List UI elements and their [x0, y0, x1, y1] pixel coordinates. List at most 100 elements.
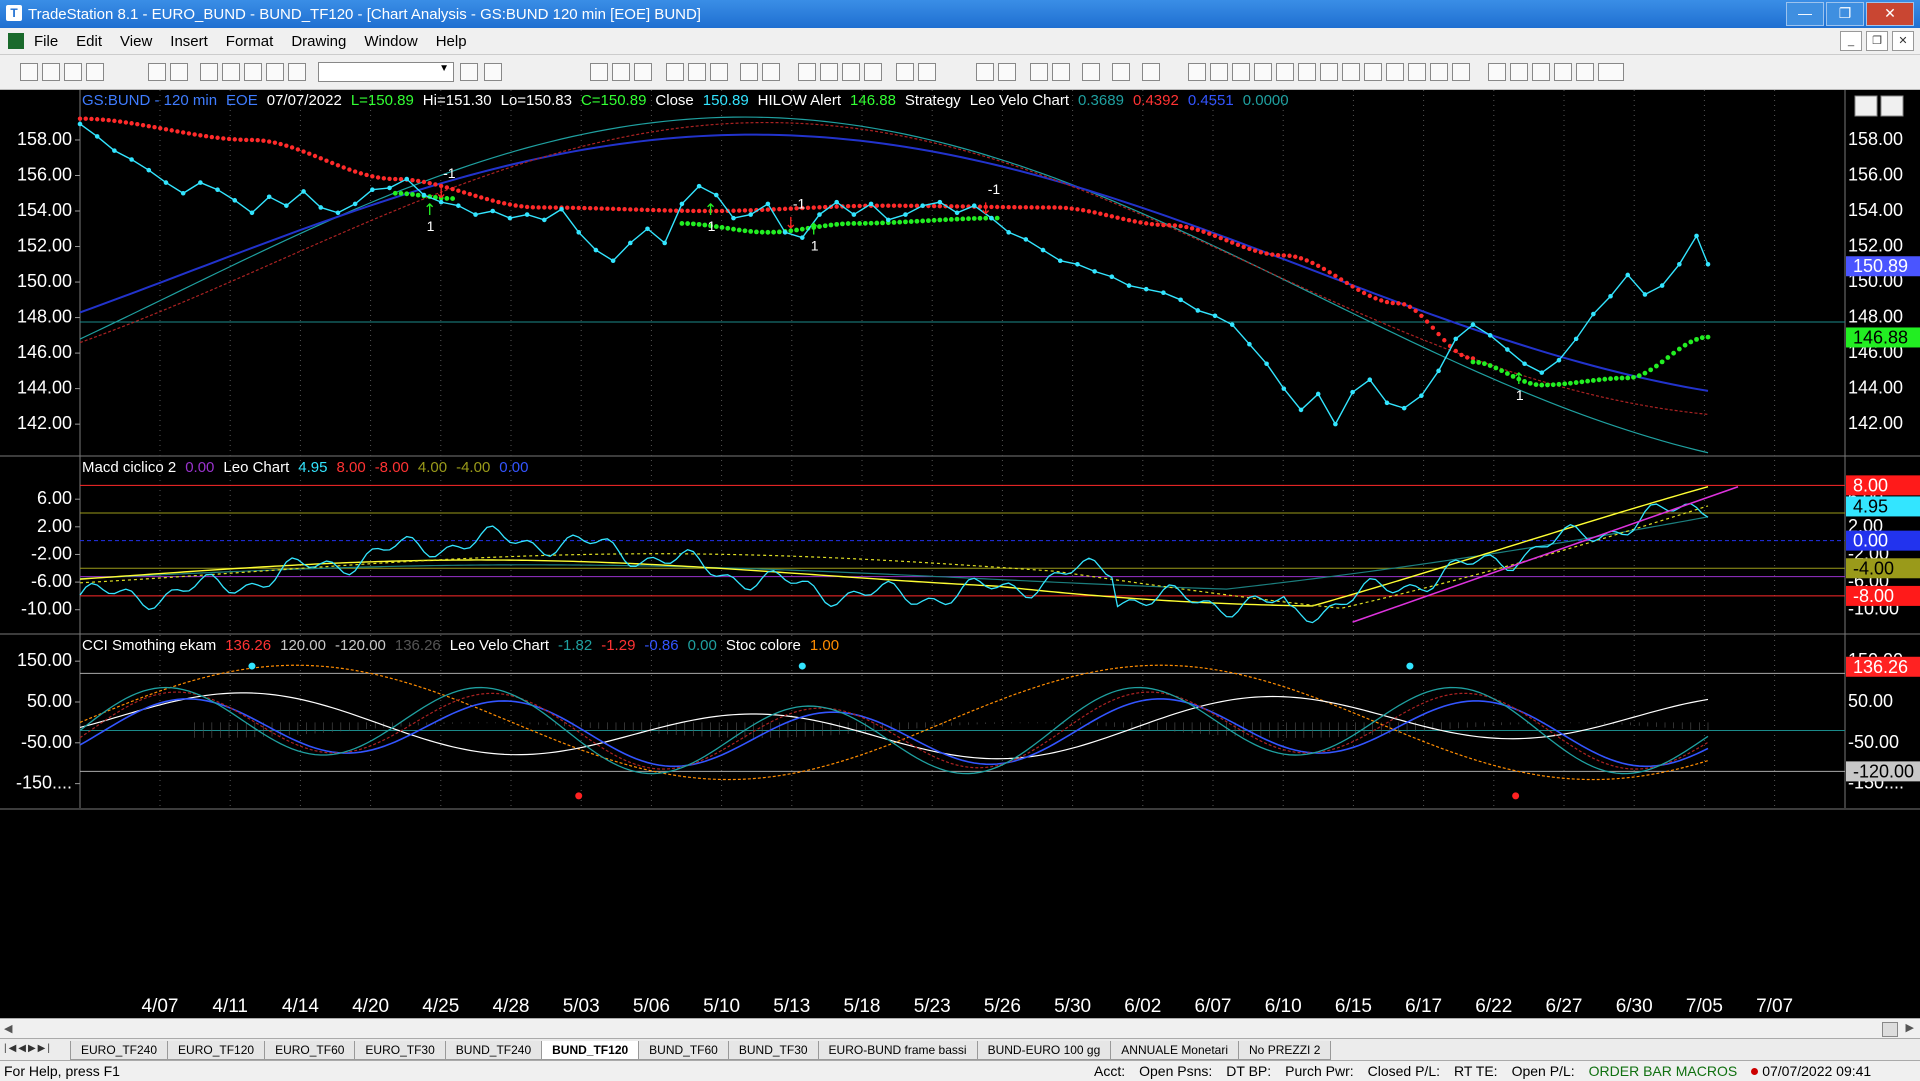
new-icon[interactable] [20, 63, 38, 81]
bars-icon[interactable] [666, 63, 684, 81]
tools-icon[interactable] [1082, 63, 1100, 81]
radar-screen-icon[interactable] [1112, 63, 1130, 81]
green-stop-dot [1705, 334, 1711, 340]
sheet-tab-bund-euro-100-gg[interactable]: BUND-EURO 100 gg [976, 1041, 1112, 1060]
refresh-icon[interactable] [688, 63, 706, 81]
close-button[interactable]: ✕ [1866, 2, 1914, 26]
red-stop-dot [777, 206, 782, 212]
sheet-tab-euro-tf60[interactable]: EURO_TF60 [264, 1041, 356, 1060]
menu-file[interactable]: File [34, 33, 58, 50]
chart-window-icon[interactable] [8, 33, 24, 49]
tab-navigation-icon[interactable]: |◀◀▶▶| [4, 1043, 52, 1054]
grid-icon[interactable] [634, 63, 652, 81]
sheet-tab-bund-tf60[interactable]: BUND_TF60 [638, 1041, 729, 1060]
red-stop-dot [1390, 300, 1395, 306]
print-preview-icon[interactable] [170, 63, 188, 81]
open-icon[interactable] [42, 63, 60, 81]
radar-icon[interactable] [612, 63, 630, 81]
close-price-point [198, 180, 203, 185]
link-icon[interactable] [710, 63, 728, 81]
scroll-left-icon[interactable]: ◀ [4, 1022, 12, 1035]
mdi-minimize-icon[interactable]: _ [1840, 31, 1862, 51]
rectangle-icon[interactable] [1576, 63, 1594, 81]
sheet-tab-bund-tf120[interactable]: BUND_TF120 [541, 1041, 640, 1060]
stop-icon[interactable] [1142, 63, 1160, 81]
scroll-thumb[interactable] [1882, 1022, 1898, 1037]
properties-icon[interactable] [266, 63, 284, 81]
find-icon[interactable] [484, 63, 502, 81]
lock-icon[interactable] [244, 63, 262, 81]
down-arrow-icon[interactable] [1510, 63, 1528, 81]
insert-indicator-icon[interactable] [740, 63, 758, 81]
price-badge-text: 4.95 [1853, 496, 1888, 516]
close-price-point [576, 230, 582, 235]
cycle-icon[interactable] [1430, 63, 1448, 81]
sheet-tab-euro-bund-frame-bassi[interactable]: EURO-BUND frame bassi [817, 1041, 978, 1060]
cut-icon[interactable] [200, 63, 218, 81]
sheet-tab-no-prezzi-2[interactable]: No PREZZI 2 [1238, 1041, 1332, 1060]
bar-style-icon[interactable] [820, 63, 838, 81]
x-tick-label: 6/27 [1546, 996, 1583, 1017]
freehand-icon[interactable] [1452, 63, 1470, 81]
text-icon[interactable] [1598, 63, 1624, 81]
expand-icon[interactable] [918, 63, 936, 81]
pointer-icon[interactable] [1030, 63, 1048, 81]
chart-analysis-window[interactable]: GS:BUND - 120 min EOE 07/07/2022 L=150.89 Hi… [0, 90, 1920, 1025]
symbol-combo[interactable]: ▼ [318, 62, 454, 82]
ellipse-icon[interactable] [1554, 63, 1572, 81]
regression-icon[interactable] [1364, 63, 1382, 81]
minimize-button[interactable]: — [1786, 2, 1824, 26]
horizontal-lines-icon[interactable] [1232, 63, 1250, 81]
data-tip-icon[interactable] [1052, 63, 1070, 81]
menu-help[interactable]: Help [436, 33, 467, 50]
copy-icon[interactable] [222, 63, 240, 81]
menu-format[interactable]: Format [226, 33, 274, 50]
sheet-tab-euro-tf240[interactable]: EURO_TF240 [70, 1041, 169, 1060]
scroll-right-icon[interactable]: ▶ [1906, 1021, 1914, 1034]
y-tick-left: 152.00 [17, 236, 72, 256]
fan-icon[interactable] [1386, 63, 1404, 81]
channel-icon[interactable] [1254, 63, 1272, 81]
line-style-icon[interactable] [842, 63, 860, 81]
menu-insert[interactable]: Insert [170, 33, 208, 50]
menu-window[interactable]: Window [364, 33, 417, 50]
sheet-tab-euro-tf120[interactable]: EURO_TF120 [167, 1041, 266, 1060]
candles-icon[interactable] [798, 63, 816, 81]
menu-drawing[interactable]: Drawing [291, 33, 346, 50]
sheet-tab-annuale-monetari[interactable]: ANNUALE Monetari [1110, 1041, 1240, 1060]
up-arrow-icon[interactable] [1532, 63, 1550, 81]
close-price-point [1092, 269, 1097, 274]
compress-icon[interactable] [896, 63, 914, 81]
speed-lines-icon[interactable] [1298, 63, 1316, 81]
fibonacci-icon[interactable] [1276, 63, 1294, 81]
save-icon[interactable] [64, 63, 82, 81]
arrow-right-icon[interactable] [460, 63, 478, 81]
andrews-icon[interactable] [1342, 63, 1360, 81]
price-badge-text: 146.88 [1853, 327, 1908, 347]
sheet-tab-bund-tf240[interactable]: BUND_TF240 [444, 1041, 543, 1060]
zoom-out-icon[interactable] [998, 63, 1016, 81]
green-stop-dot [1568, 380, 1573, 386]
volume-icon[interactable] [864, 63, 882, 81]
restore-button[interactable]: ❐ [1826, 2, 1864, 26]
chart-svg[interactable]: GS:BUND - 120 min EOE 07/07/2022 L=150.89 Hi… [0, 90, 1920, 1025]
vertical-lines-icon[interactable] [1210, 63, 1228, 81]
chart-icon[interactable] [590, 63, 608, 81]
sheet-tab-bund-tf30[interactable]: BUND_TF30 [727, 1041, 819, 1060]
new-workspace-icon[interactable] [86, 63, 104, 81]
trendline-icon[interactable] [1188, 63, 1206, 81]
gann-icon[interactable] [1320, 63, 1338, 81]
mdi-close-icon[interactable]: ✕ [1892, 31, 1914, 51]
arc-icon[interactable] [1408, 63, 1426, 81]
color-icon[interactable] [288, 63, 306, 81]
sheet-tab-euro-tf30[interactable]: EURO_TF30 [354, 1041, 446, 1060]
menu-view[interactable]: View [120, 33, 152, 50]
horizontal-scrollbar[interactable]: ◀ ▶ [0, 1018, 1920, 1039]
zoom-in-icon[interactable] [976, 63, 994, 81]
curve-icon[interactable] [1488, 63, 1506, 81]
insert-study-icon[interactable] [762, 63, 780, 81]
mdi-restore-icon[interactable]: ❐ [1866, 31, 1888, 51]
status-macros[interactable]: ORDER BAR MACROS [1589, 1063, 1738, 1079]
menu-edit[interactable]: Edit [76, 33, 102, 50]
print-icon[interactable] [148, 63, 166, 81]
